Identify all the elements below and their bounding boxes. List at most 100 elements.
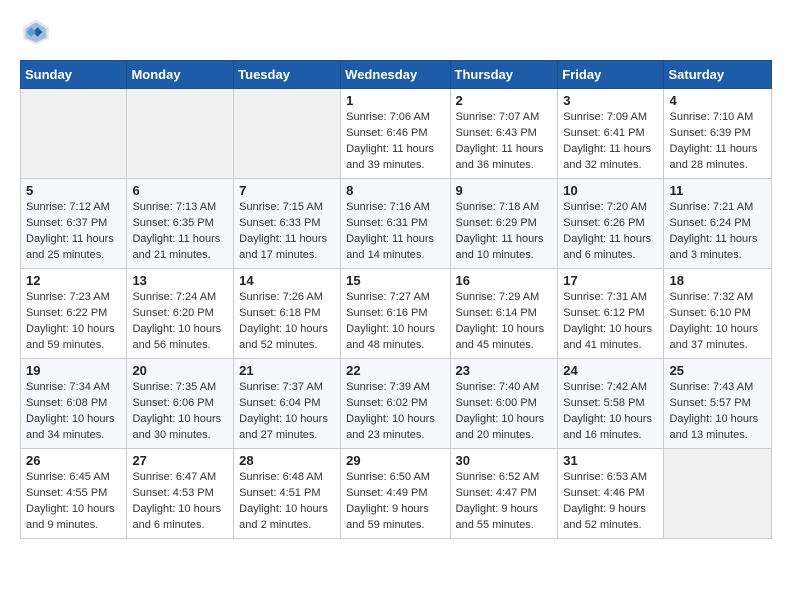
- day-info: Sunrise: 6:45 AM Sunset: 4:55 PM Dayligh…: [26, 470, 121, 534]
- day-number: 24: [563, 363, 658, 378]
- calendar-cell: 17 Sunrise: 7:31 AM Sunset: 6:12 PM Dayli…: [558, 269, 664, 359]
- day-info: Sunrise: 7:35 AM Sunset: 6:06 PM Dayligh…: [132, 380, 228, 444]
- weekday-header-wednesday: Wednesday: [341, 61, 450, 89]
- calendar-cell: 22 Sunrise: 7:39 AM Sunset: 6:02 PM Dayli…: [341, 359, 450, 449]
- day-info: Sunrise: 7:34 AM Sunset: 6:08 PM Dayligh…: [26, 380, 121, 444]
- calendar-cell: [234, 89, 341, 179]
- calendar-cell: 24 Sunrise: 7:42 AM Sunset: 5:58 PM Dayli…: [558, 359, 664, 449]
- day-number: 9: [456, 183, 553, 198]
- calendar-cell: 20 Sunrise: 7:35 AM Sunset: 6:06 PM Dayli…: [127, 359, 234, 449]
- header: [20, 16, 772, 48]
- day-info: Sunrise: 6:52 AM Sunset: 4:47 PM Dayligh…: [456, 470, 553, 534]
- calendar-cell: 31Sunrise: 6:53 AM Sunset: 4:46 PM Dayli…: [558, 449, 664, 539]
- calendar-cell: 29 Sunrise: 6:50 AM Sunset: 4:49 PM Dayli…: [341, 449, 450, 539]
- day-info: Sunrise: 6:48 AM Sunset: 4:51 PM Dayligh…: [239, 470, 335, 534]
- weekday-header-row: SundayMondayTuesdayWednesdayThursdayFrid…: [21, 61, 772, 89]
- day-info: Sunrise: 7:43 AM Sunset: 5:57 PM Dayligh…: [669, 380, 766, 444]
- calendar-cell: 4Sunrise: 7:10 AM Sunset: 6:39 PM Daylig…: [664, 89, 772, 179]
- day-number: 21: [239, 363, 335, 378]
- day-number: 5: [26, 183, 121, 198]
- logo: [20, 16, 56, 48]
- calendar-cell: 21 Sunrise: 7:37 AM Sunset: 6:04 PM Dayli…: [234, 359, 341, 449]
- week-row-5: 26 Sunrise: 6:45 AM Sunset: 4:55 PM Dayli…: [21, 449, 772, 539]
- calendar-cell: 15 Sunrise: 7:27 AM Sunset: 6:16 PM Dayli…: [341, 269, 450, 359]
- day-info: Sunrise: 7:39 AM Sunset: 6:02 PM Dayligh…: [346, 380, 444, 444]
- day-info: Sunrise: 7:13 AM Sunset: 6:35 PM Dayligh…: [132, 200, 228, 264]
- day-info: Sunrise: 7:27 AM Sunset: 6:16 PM Dayligh…: [346, 290, 444, 354]
- day-number: 8: [346, 183, 444, 198]
- calendar-table: SundayMondayTuesdayWednesdayThursdayFrid…: [20, 60, 772, 539]
- day-info: Sunrise: 7:40 AM Sunset: 6:00 PM Dayligh…: [456, 380, 553, 444]
- day-number: 19: [26, 363, 121, 378]
- calendar-cell: 25 Sunrise: 7:43 AM Sunset: 5:57 PM Dayli…: [664, 359, 772, 449]
- day-number: 11: [669, 183, 766, 198]
- day-number: 14: [239, 273, 335, 288]
- week-row-1: 1 Sunrise: 7:06 AM Sunset: 6:46 PM Daylig…: [21, 89, 772, 179]
- day-info: Sunrise: 7:07 AM Sunset: 6:43 PM Dayligh…: [456, 110, 553, 174]
- page: SundayMondayTuesdayWednesdayThursdayFrid…: [0, 0, 792, 555]
- day-info: Sunrise: 6:50 AM Sunset: 4:49 PM Dayligh…: [346, 470, 444, 534]
- calendar-cell: 3Sunrise: 7:09 AM Sunset: 6:41 PM Daylig…: [558, 89, 664, 179]
- day-number: 23: [456, 363, 553, 378]
- day-number: 25: [669, 363, 766, 378]
- calendar-cell: 14 Sunrise: 7:26 AM Sunset: 6:18 PM Dayli…: [234, 269, 341, 359]
- calendar-cell: 19 Sunrise: 7:34 AM Sunset: 6:08 PM Dayli…: [21, 359, 127, 449]
- calendar-cell: [664, 449, 772, 539]
- day-number: 30: [456, 453, 553, 468]
- day-number: 16: [456, 273, 553, 288]
- day-number: 1: [346, 93, 444, 108]
- day-number: 6: [132, 183, 228, 198]
- day-number: 2: [456, 93, 553, 108]
- day-number: 10: [563, 183, 658, 198]
- day-info: Sunrise: 7:31 AM Sunset: 6:12 PM Dayligh…: [563, 290, 658, 354]
- calendar-cell: 5 Sunrise: 7:12 AM Sunset: 6:37 PM Daylig…: [21, 179, 127, 269]
- day-number: 26: [26, 453, 121, 468]
- week-row-4: 19 Sunrise: 7:34 AM Sunset: 6:08 PM Dayli…: [21, 359, 772, 449]
- calendar-cell: 13 Sunrise: 7:24 AM Sunset: 6:20 PM Dayli…: [127, 269, 234, 359]
- day-number: 13: [132, 273, 228, 288]
- day-info: Sunrise: 7:29 AM Sunset: 6:14 PM Dayligh…: [456, 290, 553, 354]
- weekday-header-monday: Monday: [127, 61, 234, 89]
- day-info: Sunrise: 6:47 AM Sunset: 4:53 PM Dayligh…: [132, 470, 228, 534]
- calendar-cell: [21, 89, 127, 179]
- day-info: Sunrise: 7:15 AM Sunset: 6:33 PM Dayligh…: [239, 200, 335, 264]
- day-info: Sunrise: 7:10 AM Sunset: 6:39 PM Dayligh…: [669, 110, 766, 174]
- calendar-cell: 12Sunrise: 7:23 AM Sunset: 6:22 PM Dayli…: [21, 269, 127, 359]
- calendar-cell: 7 Sunrise: 7:15 AM Sunset: 6:33 PM Daylig…: [234, 179, 341, 269]
- day-info: Sunrise: 7:18 AM Sunset: 6:29 PM Dayligh…: [456, 200, 553, 264]
- weekday-header-sunday: Sunday: [21, 61, 127, 89]
- calendar-cell: 27Sunrise: 6:47 AM Sunset: 4:53 PM Dayli…: [127, 449, 234, 539]
- day-number: 29: [346, 453, 444, 468]
- day-number: 28: [239, 453, 335, 468]
- day-info: Sunrise: 7:12 AM Sunset: 6:37 PM Dayligh…: [26, 200, 121, 264]
- weekday-header-friday: Friday: [558, 61, 664, 89]
- calendar-cell: [127, 89, 234, 179]
- day-number: 7: [239, 183, 335, 198]
- weekday-header-tuesday: Tuesday: [234, 61, 341, 89]
- day-info: Sunrise: 7:26 AM Sunset: 6:18 PM Dayligh…: [239, 290, 335, 354]
- calendar-cell: 9 Sunrise: 7:18 AM Sunset: 6:29 PM Daylig…: [450, 179, 558, 269]
- day-number: 31: [563, 453, 658, 468]
- day-info: Sunrise: 7:06 AM Sunset: 6:46 PM Dayligh…: [346, 110, 444, 174]
- day-info: Sunrise: 7:24 AM Sunset: 6:20 PM Dayligh…: [132, 290, 228, 354]
- calendar-cell: 26 Sunrise: 6:45 AM Sunset: 4:55 PM Dayli…: [21, 449, 127, 539]
- day-info: Sunrise: 7:32 AM Sunset: 6:10 PM Dayligh…: [669, 290, 766, 354]
- day-number: 22: [346, 363, 444, 378]
- day-number: 18: [669, 273, 766, 288]
- day-number: 20: [132, 363, 228, 378]
- calendar-cell: 8 Sunrise: 7:16 AM Sunset: 6:31 PM Daylig…: [341, 179, 450, 269]
- day-info: Sunrise: 7:16 AM Sunset: 6:31 PM Dayligh…: [346, 200, 444, 264]
- calendar-cell: 2 Sunrise: 7:07 AM Sunset: 6:43 PM Daylig…: [450, 89, 558, 179]
- day-info: Sunrise: 7:09 AM Sunset: 6:41 PM Dayligh…: [563, 110, 658, 174]
- logo-icon: [20, 16, 52, 48]
- calendar-cell: 10 Sunrise: 7:20 AM Sunset: 6:26 PM Dayli…: [558, 179, 664, 269]
- day-info: Sunrise: 7:20 AM Sunset: 6:26 PM Dayligh…: [563, 200, 658, 264]
- day-info: Sunrise: 7:21 AM Sunset: 6:24 PM Dayligh…: [669, 200, 766, 264]
- day-info: Sunrise: 7:37 AM Sunset: 6:04 PM Dayligh…: [239, 380, 335, 444]
- day-number: 15: [346, 273, 444, 288]
- day-info: Sunrise: 7:42 AM Sunset: 5:58 PM Dayligh…: [563, 380, 658, 444]
- calendar-cell: 6 Sunrise: 7:13 AM Sunset: 6:35 PM Daylig…: [127, 179, 234, 269]
- day-number: 17: [563, 273, 658, 288]
- weekday-header-saturday: Saturday: [664, 61, 772, 89]
- calendar-cell: 23 Sunrise: 7:40 AM Sunset: 6:00 PM Dayli…: [450, 359, 558, 449]
